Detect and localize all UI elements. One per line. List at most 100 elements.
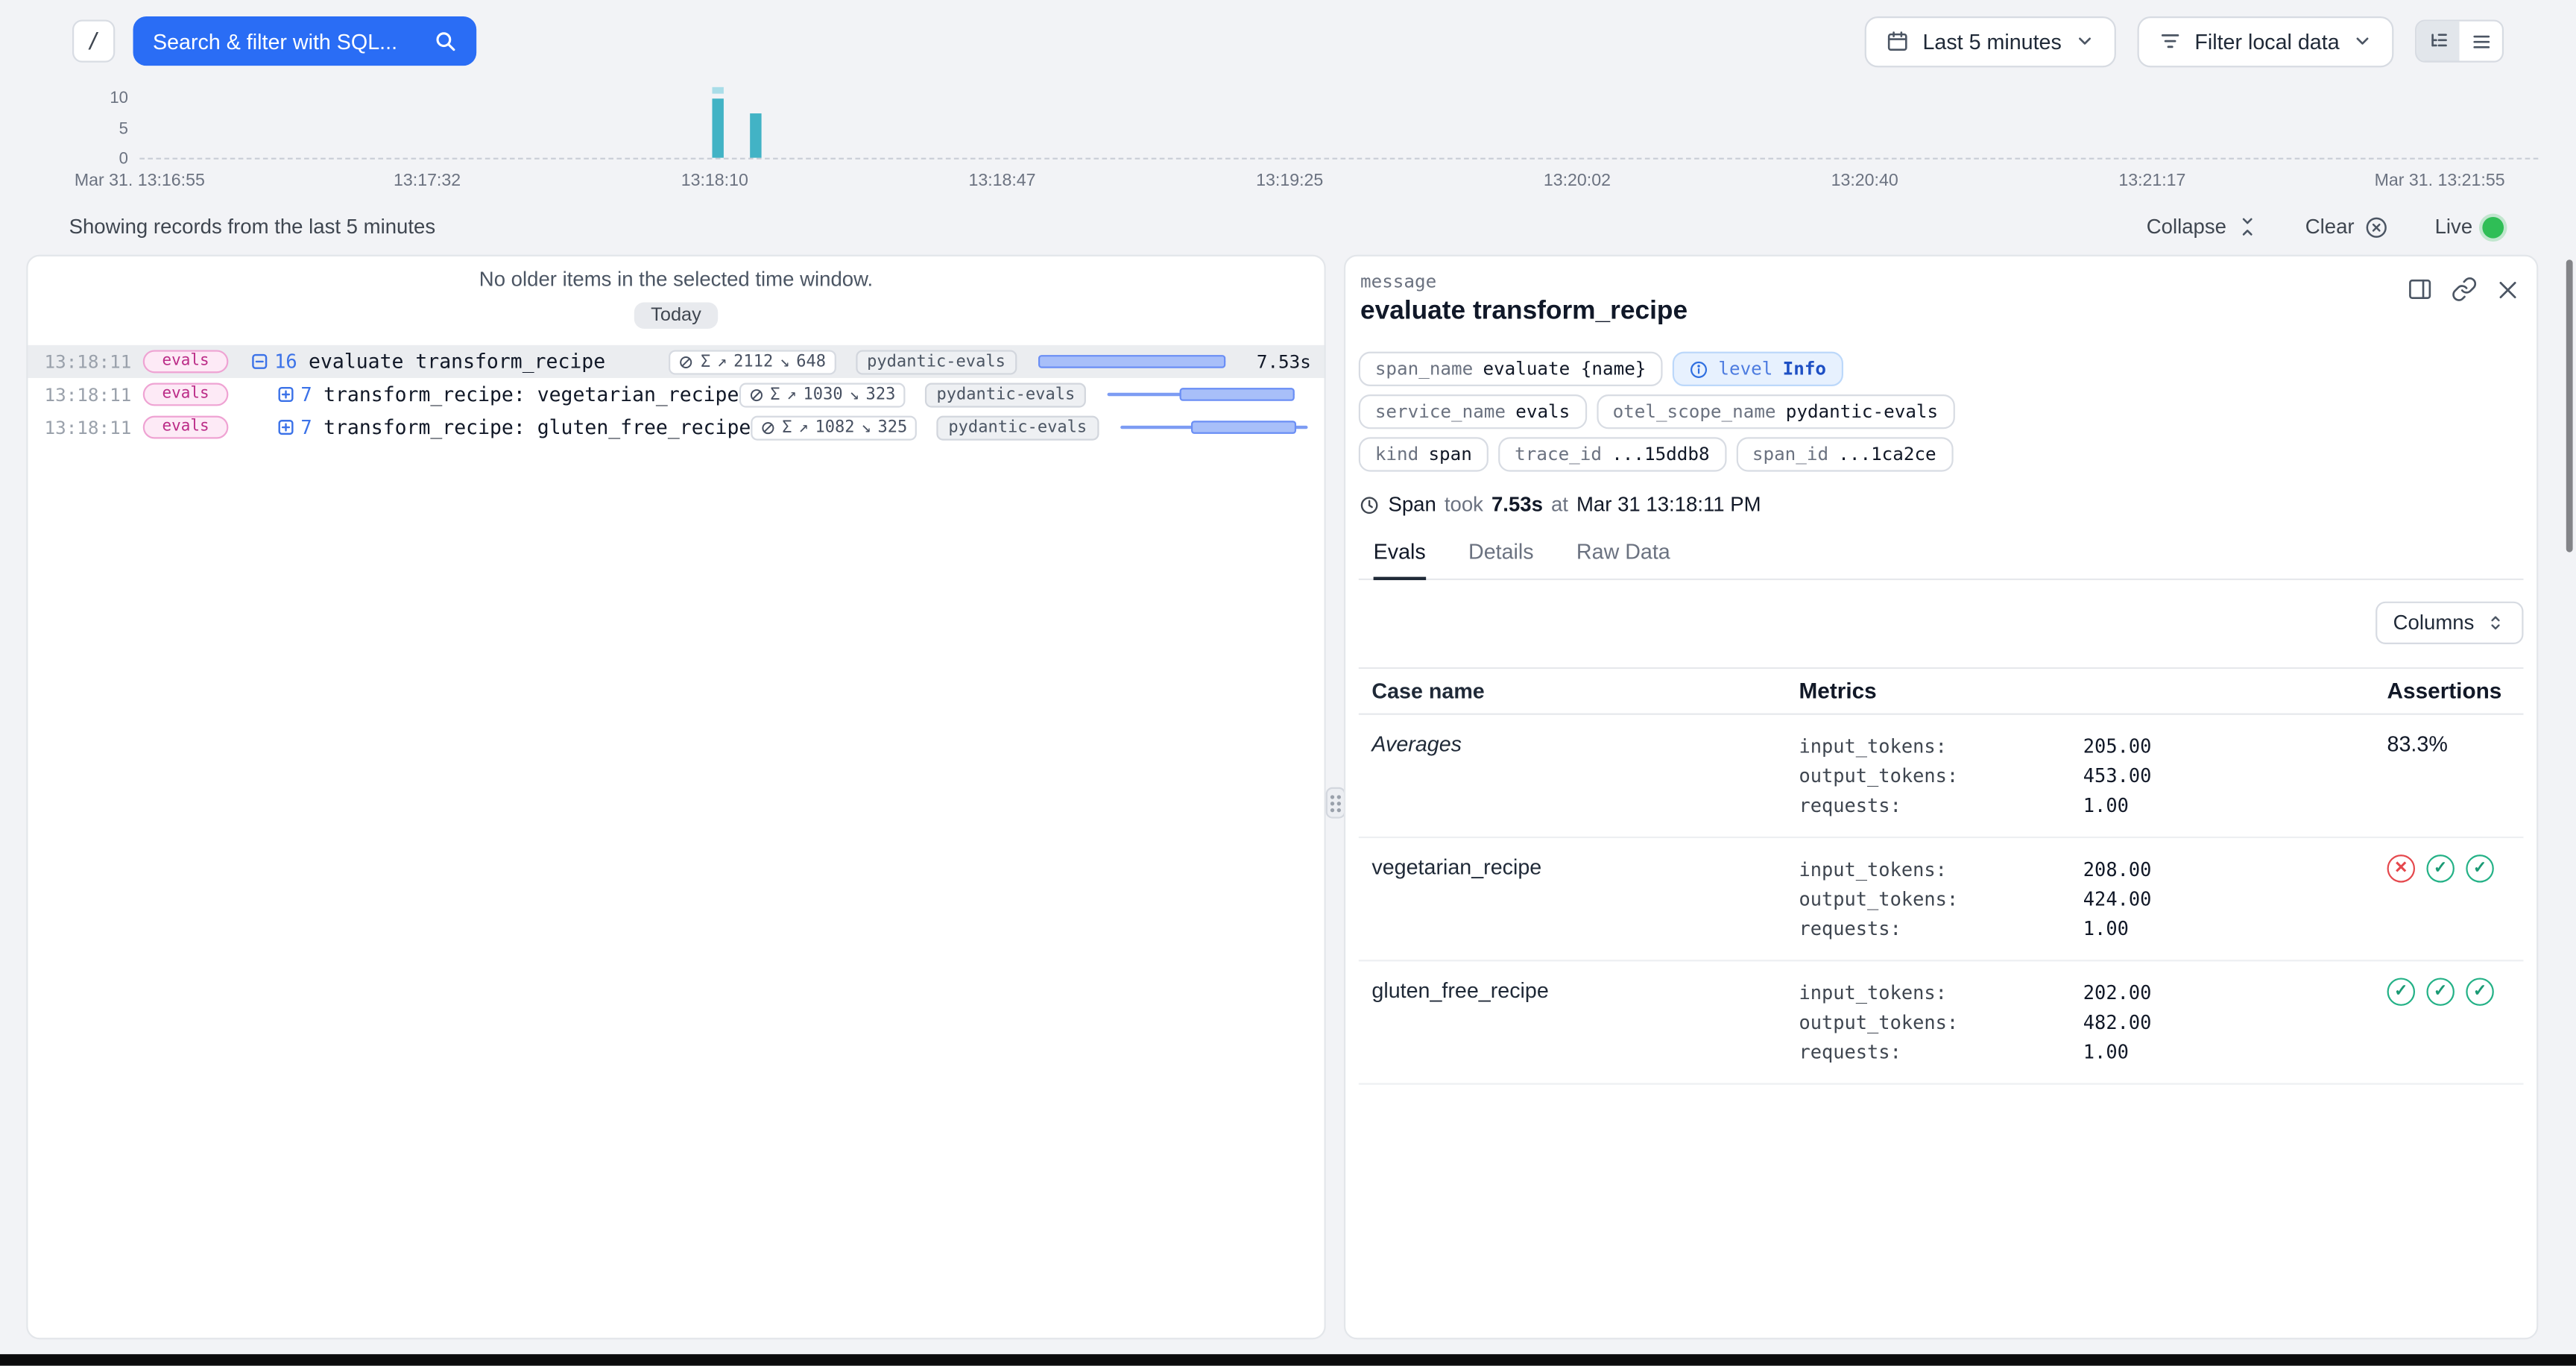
timing-timestamp: Mar 31 13:18:11 PM bbox=[1576, 493, 1761, 516]
assertions-cell: ✕✓✓ bbox=[2387, 854, 2524, 943]
case-name: Averages bbox=[1359, 731, 1799, 820]
evals-table-row[interactable]: gluten_free_recipe input_tokens:202.00 o… bbox=[1359, 961, 2524, 1084]
time-range-label: Last 5 minutes bbox=[1922, 29, 2061, 54]
bottom-edge-strip bbox=[0, 1354, 2576, 1365]
copy-link-icon[interactable] bbox=[2452, 276, 2478, 302]
close-icon[interactable] bbox=[2496, 276, 2520, 302]
chart-bar[interactable] bbox=[712, 98, 723, 158]
trace-row[interactable]: 13:18:11 evals 16 evaluate transform_rec… bbox=[28, 345, 1324, 378]
trace-row[interactable]: 13:18:11 evals 7 transform_recipe: veget… bbox=[28, 378, 1324, 411]
pill-value: evals bbox=[1515, 401, 1570, 423]
child-count: 16 bbox=[274, 350, 297, 373]
columns-button[interactable]: Columns bbox=[2375, 602, 2523, 644]
expand-box-icon bbox=[276, 418, 295, 437]
view-mode-toggle bbox=[2415, 19, 2504, 62]
evals-table-row[interactable]: Averages input_tokens:205.00 output_toke… bbox=[1359, 715, 2524, 838]
search-sql-button[interactable]: Search & filter with SQL... bbox=[133, 16, 476, 66]
sigma-symbol: Σ bbox=[701, 353, 710, 371]
scrollbar-thumb[interactable] bbox=[2566, 259, 2573, 552]
slash-shortcut-button[interactable]: / bbox=[72, 19, 115, 62]
metric-value: 1.00 bbox=[2083, 913, 2387, 943]
filter-local-data-dropdown[interactable]: Filter local data bbox=[2137, 16, 2393, 66]
metric-value: 202.00 bbox=[2083, 978, 2387, 1007]
project-badge[interactable]: evals bbox=[143, 416, 229, 439]
collapse-button[interactable]: Collapse bbox=[2147, 215, 2259, 239]
trace-list-panel: No older items in the selected time wind… bbox=[26, 255, 1325, 1340]
otel-scope-chip[interactable]: pydantic-evals bbox=[937, 415, 1099, 440]
tab-details[interactable]: Details bbox=[1468, 539, 1534, 579]
pill-value: pydantic-evals bbox=[1786, 401, 1938, 423]
clear-button[interactable]: Clear bbox=[2305, 215, 2389, 239]
evals-table: Case name Metrics Assertions Averages in… bbox=[1359, 667, 2524, 1085]
chart-bar[interactable] bbox=[751, 114, 762, 158]
col-case-name: Case name bbox=[1359, 679, 1799, 703]
token-usage-chip[interactable]: Σ ↗1082 ↘325 bbox=[751, 415, 917, 440]
token-usage-chip[interactable]: Σ ↗2112 ↘648 bbox=[669, 349, 836, 374]
metric-key: output_tokens: bbox=[1799, 1007, 2083, 1037]
assertion-pass-icon: ✓ bbox=[2426, 854, 2454, 882]
x-tick: 13:20:02 bbox=[1544, 171, 1611, 190]
span-timeline-bar[interactable] bbox=[1120, 414, 1307, 440]
filter-icon bbox=[2159, 30, 2182, 53]
filter-local-data-label: Filter local data bbox=[2194, 29, 2339, 54]
span-timing-line: Span took 7.53s at Mar 31 13:18:11 PM bbox=[1359, 493, 2524, 516]
metrics-cell: input_tokens:208.00 output_tokens:424.00… bbox=[1799, 854, 2387, 943]
x-tick: 13:20:40 bbox=[1831, 171, 1898, 190]
metrics-cell: input_tokens:202.00 output_tokens:482.00… bbox=[1799, 978, 2387, 1066]
tokens-in-arrow: ↗ bbox=[786, 385, 796, 403]
metric-value: 482.00 bbox=[2083, 1007, 2387, 1037]
tab-raw-data[interactable]: Raw Data bbox=[1576, 539, 1670, 579]
topbar: / Search & filter with SQL... Last 5 min… bbox=[0, 0, 2576, 82]
otel-scope-pill[interactable]: otel_scope_name pydantic-evals bbox=[1597, 394, 1955, 429]
day-separator-pill: Today bbox=[634, 303, 718, 329]
trace-id-pill[interactable]: trace_id ...15ddb8 bbox=[1498, 437, 1726, 471]
calendar-icon bbox=[1887, 30, 1910, 53]
span-timeline-bar[interactable] bbox=[1108, 381, 1295, 407]
service-name-pill[interactable]: service_name evals bbox=[1359, 394, 1587, 429]
metric-value: 208.00 bbox=[2083, 854, 2387, 884]
timing-at-word: at bbox=[1551, 493, 1568, 516]
project-badge[interactable]: evals bbox=[143, 350, 229, 373]
tree-view-icon bbox=[2428, 31, 2449, 52]
kind-pill[interactable]: kind span bbox=[1359, 437, 1489, 471]
open-in-panel-icon[interactable] bbox=[2407, 276, 2433, 302]
token-usage-chip[interactable]: Σ ↗1030 ↘323 bbox=[739, 382, 905, 406]
records-timeline-chart[interactable]: 10 5 0 Mar 31. 13:16:5513:17:3213:18:101… bbox=[0, 82, 2576, 201]
tree-view-toggle[interactable] bbox=[2416, 22, 2459, 61]
otel-scope-chip[interactable]: pydantic-evals bbox=[925, 382, 1087, 406]
time-range-dropdown[interactable]: Last 5 minutes bbox=[1865, 16, 2115, 66]
otel-scope-chip[interactable]: pydantic-evals bbox=[856, 349, 1017, 374]
pill-value: span bbox=[1428, 444, 1471, 465]
app-window: / Search & filter with SQL... Last 5 min… bbox=[0, 0, 2576, 1366]
metric-key: requests: bbox=[1799, 790, 2083, 820]
metric-key: output_tokens: bbox=[1799, 761, 2083, 790]
tokens-in-arrow: ↗ bbox=[798, 418, 808, 436]
span-name-pill[interactable]: span_name evaluate {name} bbox=[1359, 352, 1663, 386]
tokens-out: 648 bbox=[796, 353, 826, 371]
expand-children-button[interactable]: 7 bbox=[276, 383, 312, 406]
empty-window-notice: No older items in the selected time wind… bbox=[28, 268, 1324, 291]
span-detail-panel: message evaluate transform_recipe span_n… bbox=[1344, 255, 2538, 1340]
pill-key: otel_scope_name bbox=[1613, 401, 1776, 423]
live-indicator-icon bbox=[2482, 216, 2504, 238]
live-toggle[interactable]: Live bbox=[2435, 215, 2504, 239]
tab-evals[interactable]: Evals bbox=[1374, 539, 1426, 579]
chart-plot bbox=[139, 90, 2538, 160]
record-kind-label: message bbox=[1360, 271, 2524, 293]
project-badge[interactable]: evals bbox=[143, 383, 229, 406]
level-pill[interactable]: level Info bbox=[1673, 352, 1843, 386]
evals-table-row[interactable]: vegetarian_recipe input_tokens:208.00 ou… bbox=[1359, 838, 2524, 961]
token-icon bbox=[679, 354, 694, 369]
y-tick: 0 bbox=[92, 151, 127, 169]
panel-resize-handle[interactable] bbox=[1326, 787, 1345, 819]
collapse-children-button[interactable]: 16 bbox=[250, 350, 297, 373]
span-id-pill[interactable]: span_id ...1ca2ce bbox=[1736, 437, 1953, 471]
pill-value: Info bbox=[1783, 358, 1826, 380]
trace-row[interactable]: 13:18:11 evals 7 transform_recipe: glute… bbox=[28, 411, 1324, 444]
span-timeline-bar[interactable] bbox=[1038, 348, 1225, 374]
list-view-toggle[interactable] bbox=[2460, 22, 2502, 61]
case-name: gluten_free_recipe bbox=[1359, 978, 1799, 1066]
child-count: 7 bbox=[300, 416, 312, 439]
metrics-cell: input_tokens:205.00 output_tokens:453.00… bbox=[1799, 731, 2387, 820]
expand-children-button[interactable]: 7 bbox=[276, 416, 312, 439]
